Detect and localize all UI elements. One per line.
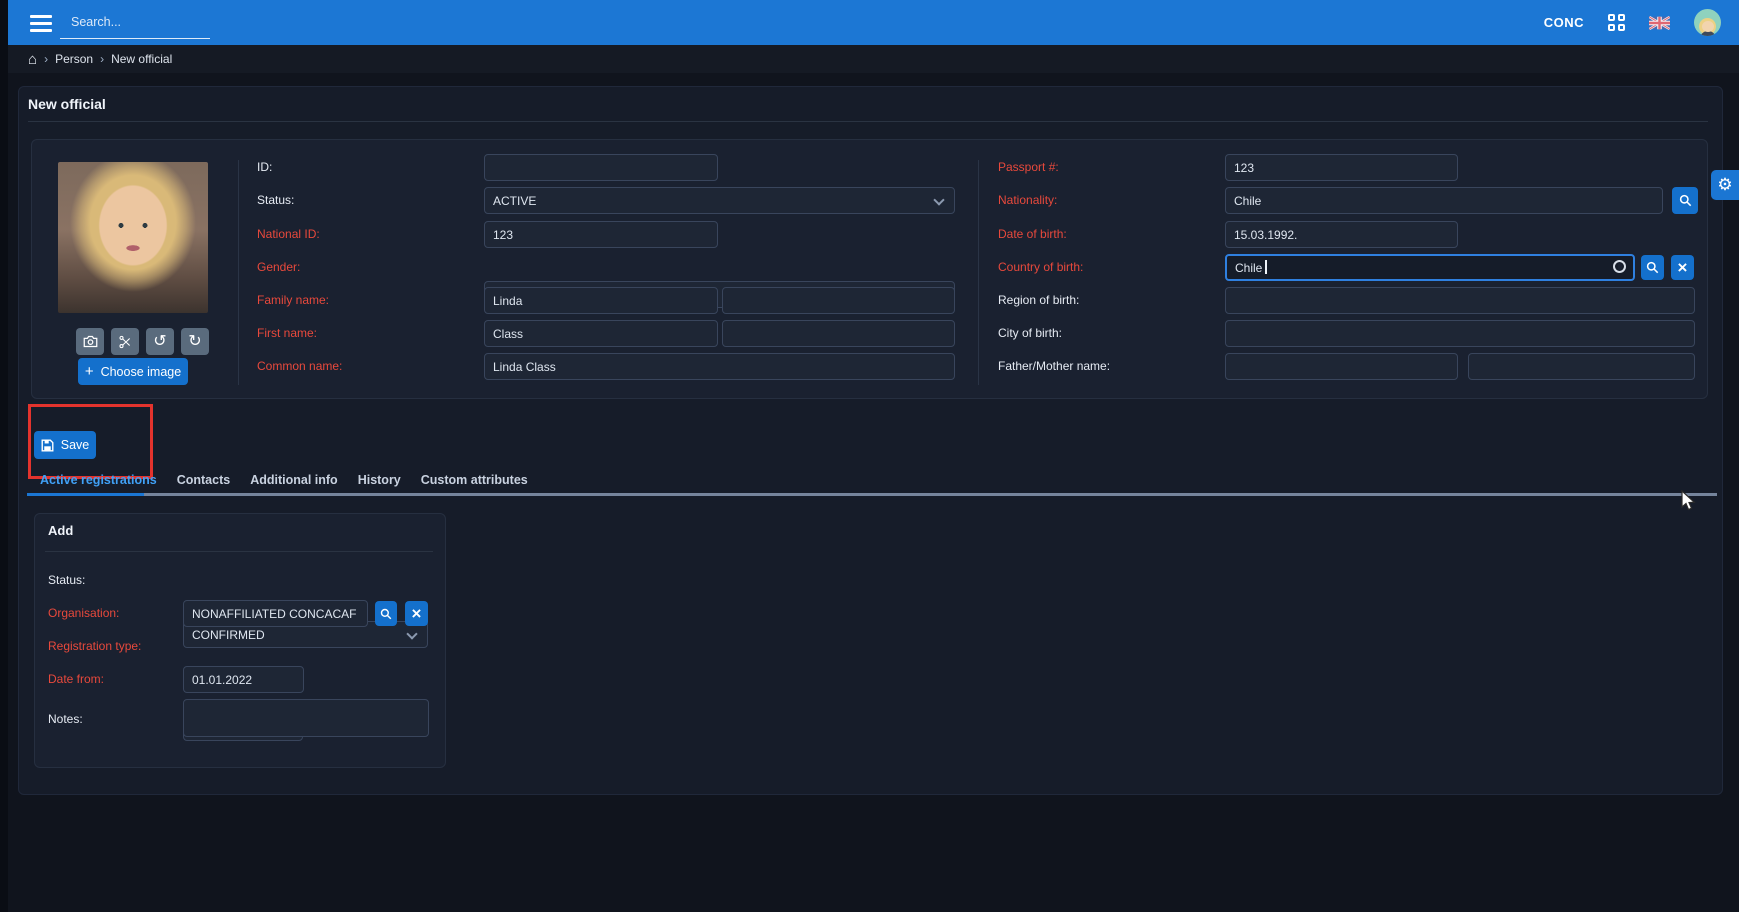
status-value: ACTIVE: [493, 194, 536, 208]
search-icon: [1679, 194, 1692, 207]
tab-active-registrations[interactable]: Active registrations: [40, 473, 157, 487]
close-icon: ×: [412, 605, 422, 622]
region-of-birth-label: Region of birth:: [998, 287, 1079, 314]
nationality-input[interactable]: [1225, 187, 1663, 214]
organisation-input[interactable]: [183, 600, 368, 627]
window-edge-strip: [0, 0, 8, 912]
organisation-label: Organisation:: [48, 600, 119, 627]
text-caret: [1265, 260, 1267, 274]
chevron-down-icon: [933, 194, 944, 205]
global-search: [60, 6, 210, 39]
org-code-label: CONC: [1544, 15, 1584, 30]
rotate-right-icon[interactable]: ↻: [181, 328, 209, 355]
country-search-button[interactable]: [1641, 255, 1664, 280]
passport-input[interactable]: [1225, 154, 1458, 181]
choose-image-button[interactable]: + Choose image: [78, 358, 188, 385]
family-name-input[interactable]: [484, 287, 718, 314]
status-label: Status:: [257, 187, 294, 214]
tab-bar: Active registrations Contacts Additional…: [40, 473, 528, 487]
nationality-label: Nationality:: [998, 187, 1057, 214]
common-name-label: Common name:: [257, 353, 342, 380]
search-icon: [380, 608, 392, 620]
chevron-down-icon: [406, 628, 417, 639]
date-of-birth-input[interactable]: [1225, 221, 1458, 248]
page-title: New official: [28, 96, 106, 112]
common-name-input[interactable]: [484, 353, 955, 380]
tab-additional-info[interactable]: Additional info: [250, 473, 337, 487]
city-of-birth-input[interactable]: [1225, 320, 1695, 347]
user-avatar[interactable]: [1694, 9, 1721, 36]
date-from-label: Date from:: [48, 666, 104, 693]
crop-scissors-icon[interactable]: [111, 328, 139, 355]
father-name-input[interactable]: [1225, 353, 1458, 380]
family-name-label: Family name:: [257, 287, 329, 314]
camera-icon[interactable]: [76, 328, 104, 355]
registration-type-label: Registration type:: [48, 633, 141, 660]
notes-textarea[interactable]: [183, 699, 429, 737]
app-window: CONC ⌂ › Person › New official New offic…: [0, 0, 1739, 912]
country-of-birth-field: [1225, 254, 1635, 281]
choose-image-label: Choose image: [101, 365, 182, 379]
breadcrumb-new-official[interactable]: New official: [111, 52, 172, 66]
home-icon[interactable]: ⌂: [28, 52, 37, 67]
add-panel-divider: [45, 551, 433, 552]
add-panel-title: Add: [48, 523, 73, 538]
first-name-input[interactable]: [484, 320, 718, 347]
national-id-input[interactable]: [484, 221, 718, 248]
top-navigation-bar: CONC: [8, 0, 1739, 45]
column-divider: [238, 160, 239, 385]
country-of-birth-input[interactable]: [1225, 254, 1635, 281]
breadcrumb: ⌂ › Person › New official: [8, 45, 1739, 73]
apps-grid-icon[interactable]: [1608, 14, 1625, 31]
topbar-right-cluster: CONC: [1544, 0, 1721, 45]
nationality-search-button[interactable]: [1672, 187, 1698, 214]
country-clear-button[interactable]: ×: [1671, 255, 1694, 280]
uk-flag-language-icon[interactable]: [1649, 16, 1670, 30]
add-status-value: CONFIRMED: [192, 628, 265, 642]
search-input[interactable]: [69, 14, 234, 30]
settings-gear-icon[interactable]: ⚙: [1711, 170, 1739, 200]
mother-name-input[interactable]: [1468, 353, 1695, 380]
region-of-birth-input[interactable]: [1225, 287, 1695, 314]
breadcrumb-person[interactable]: Person: [55, 52, 93, 66]
notes-label: Notes:: [48, 706, 83, 733]
active-tab-underline: [27, 493, 144, 496]
close-icon: ×: [1678, 259, 1688, 276]
save-button[interactable]: Save: [34, 431, 96, 459]
national-id-label: National ID:: [257, 221, 320, 248]
first-name-alt-input[interactable]: [722, 320, 955, 347]
passport-label: Passport #:: [998, 154, 1059, 181]
photo-tool-row: ↺ ↻: [76, 328, 209, 355]
column-divider: [978, 160, 979, 385]
breadcrumb-separator: ›: [100, 52, 104, 66]
family-name-alt-input[interactable]: [722, 287, 955, 314]
organisation-clear-button[interactable]: ×: [405, 601, 428, 626]
city-of-birth-label: City of birth:: [998, 320, 1062, 347]
first-name-label: First name:: [257, 320, 317, 347]
person-photo: [58, 162, 208, 313]
save-label: Save: [61, 438, 90, 452]
id-label: ID:: [257, 154, 272, 181]
breadcrumb-separator: ›: [44, 52, 48, 66]
search-icon: [1646, 261, 1659, 274]
save-floppy-icon: [41, 439, 54, 452]
status-select[interactable]: ACTIVE: [484, 187, 955, 214]
tab-contacts[interactable]: Contacts: [177, 473, 230, 487]
date-from-input[interactable]: [183, 666, 304, 693]
tab-underline-track: [27, 493, 1717, 496]
id-input[interactable]: [484, 154, 718, 181]
country-of-birth-label: Country of birth:: [998, 254, 1083, 281]
gender-label: Gender:: [257, 254, 300, 281]
father-mother-label: Father/Mother name:: [998, 353, 1110, 380]
organisation-search-button[interactable]: [375, 601, 397, 626]
plus-icon: +: [85, 364, 94, 379]
rotate-left-icon[interactable]: ↺: [146, 328, 174, 355]
title-divider: [28, 121, 1708, 122]
tab-custom-attributes[interactable]: Custom attributes: [421, 473, 528, 487]
menu-hamburger-icon[interactable]: [30, 8, 60, 38]
tab-history[interactable]: History: [358, 473, 401, 487]
password-manager-icon[interactable]: [1613, 260, 1626, 273]
date-of-birth-label: Date of birth:: [998, 221, 1067, 248]
add-status-label: Status:: [48, 567, 85, 594]
